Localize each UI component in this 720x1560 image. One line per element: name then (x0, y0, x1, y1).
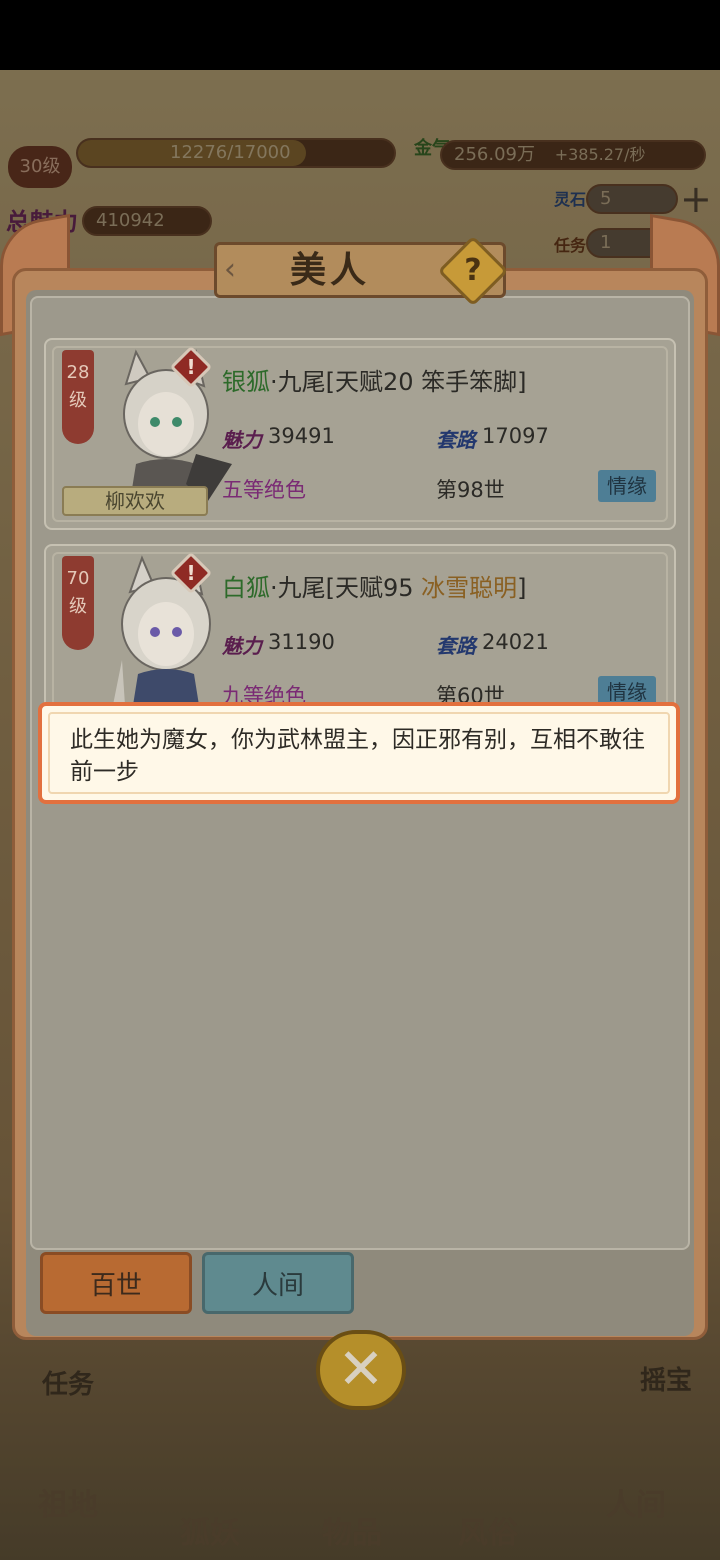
modal-title: 美人 (289, 249, 370, 291)
charm-icon: 魅力 (222, 634, 262, 658)
charm-icon: 魅力 (222, 428, 262, 452)
status-bar (0, 0, 720, 70)
tribe-name: 银狐 (222, 368, 270, 396)
character-card[interactable]: 28 级 ! 柳欢欢 银狐·九尾[天赋20 笨手笨脚] 魅力 39491 套路 … (44, 338, 676, 530)
close-icon[interactable]: ✕ (316, 1330, 406, 1410)
nav-item-items[interactable]: 物品 (322, 1508, 382, 1552)
character-level: 28 (66, 362, 90, 383)
level-suffix: 级 (69, 390, 87, 411)
romance-button[interactable]: 情缘 (598, 470, 656, 502)
title-rest: ·九尾[天赋20 笨手笨脚] (270, 368, 527, 396)
title-rest: ·九尾[天赋95 (270, 574, 422, 602)
character-name-tag: 柳欢欢 (62, 486, 208, 516)
title-close: ] (517, 574, 527, 602)
charm-value: 31190 (268, 630, 335, 654)
character-title: 银狐·九尾[天赋20 笨手笨脚] (222, 362, 527, 397)
nav-item-fox[interactable]: 狐妖 (180, 1508, 240, 1552)
skill-icon: 套路 (436, 428, 476, 452)
character-portrait (86, 550, 236, 724)
question-icon[interactable]: ? (448, 246, 498, 296)
game-screen: 30级 12276/17000 金气 256.09万 +385.27/秒 总魅力… (0, 0, 720, 1560)
skill-icon: 套路 (436, 634, 476, 658)
level-suffix: 级 (69, 596, 87, 617)
story-popup[interactable]: 此生她为魔女，你为武林盟主，因正邪有别，互相不敢往前一步 (38, 702, 680, 804)
nav-item-customs[interactable]: 风俗 (458, 1508, 518, 1552)
beauty-rank: 五等绝色 (222, 478, 306, 502)
tribe-name: 白狐 (222, 574, 270, 602)
alert-icon: ! (186, 355, 196, 379)
skill-value: 24021 (482, 630, 549, 654)
alert-icon: ! (186, 561, 196, 585)
tab-hundred-lives[interactable]: 百世 (40, 1252, 192, 1314)
character-level: 70 (66, 568, 90, 589)
character-title: 白狐·九尾[天赋95 冰雪聪明] (222, 568, 527, 603)
nav-item-human-world[interactable]: 人间 (606, 1480, 666, 1524)
tab-human-world[interactable]: 人间 (202, 1252, 354, 1314)
talent-name: 冰雪聪明 (421, 574, 518, 602)
skill-value: 17097 (482, 424, 549, 448)
nav-item-ancestral[interactable]: 祖地 (38, 1480, 98, 1524)
story-text: 此生她为魔女，你为武林盟主，因正邪有别，互相不敢往前一步 (70, 727, 645, 785)
life-count: 第98世 (436, 478, 505, 502)
charm-value: 39491 (268, 424, 335, 448)
